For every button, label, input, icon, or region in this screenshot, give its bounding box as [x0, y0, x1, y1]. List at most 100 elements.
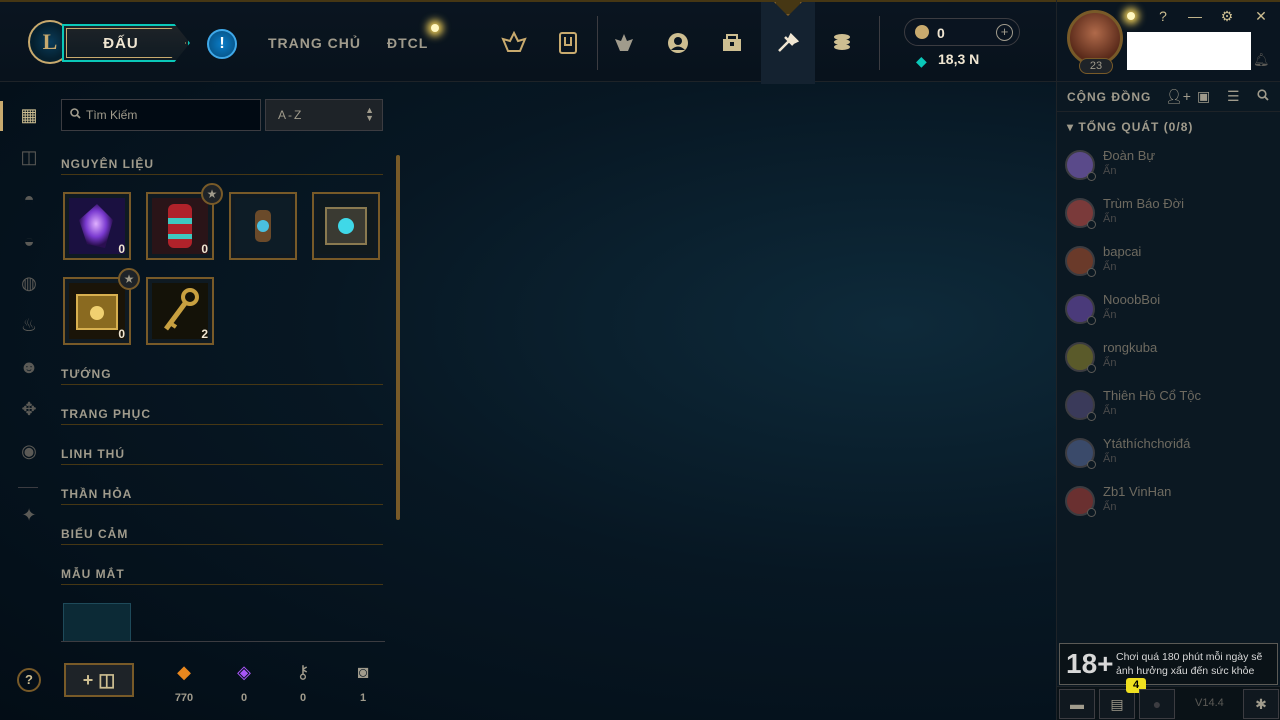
friend-name: bapcai: [1103, 244, 1142, 259]
search-box[interactable]: [61, 99, 261, 131]
age-rating-text: Chơi quá 180 phút mỗi ngày sẽ ảnh hưởng …: [1116, 651, 1263, 677]
nav-link-home[interactable]: TRANG CHỦ: [268, 35, 361, 51]
collection-icon[interactable]: [553, 28, 583, 58]
bug-report-icon[interactable]: ✱: [1243, 689, 1279, 719]
rail-separator: [18, 487, 38, 488]
microphone-icon[interactable]: ●: [1139, 689, 1175, 719]
orange-essence-value: 770: [174, 692, 194, 704]
friend-status-icon: [1087, 220, 1096, 229]
crafting-icon[interactable]: [773, 28, 803, 58]
footer-divider: [61, 641, 385, 642]
craft-plus: +: [82, 670, 94, 690]
chest-counter: ◙ 1: [348, 660, 378, 704]
chat-log-icon[interactable]: ▤: [1099, 689, 1135, 719]
alert-icon[interactable]: !: [207, 29, 237, 59]
notification-glow-icon: [1127, 12, 1135, 20]
riot-points-box[interactable]: 0 +: [904, 18, 1020, 46]
emotes-mask-icon[interactable]: ◒: [18, 230, 40, 252]
material-item-hextech-chest[interactable]: [312, 192, 380, 260]
material-item-gemstone[interactable]: 0: [63, 192, 131, 260]
loot-icon[interactable]: [717, 28, 747, 58]
item-count: 0: [118, 242, 125, 256]
social-panel: 23 ? — ⚙ ✕ 🔔︎ CỘNG ĐỒNG 👤︎+ ▣ ☰ ▾ TỔNG Q…: [1056, 0, 1280, 720]
summoner-spells-icon[interactable]: ♨: [18, 314, 40, 336]
search-friends-icon[interactable]: [1257, 88, 1269, 104]
hextech-key-icon: [152, 283, 208, 339]
friend-item[interactable]: Trùm Báo Đời Ẩn: [1063, 194, 1273, 234]
blue-essence-icon: ◆: [916, 53, 927, 69]
chest-icon: ◙: [357, 662, 369, 682]
all-items-grid-icon[interactable]: ▦: [18, 104, 40, 126]
bell-icon[interactable]: 🔔︎: [1253, 52, 1270, 68]
minimize-button[interactable]: —: [1185, 8, 1205, 24]
section-emotes[interactable]: BIỂU CẢM: [61, 525, 383, 545]
friend-item[interactable]: bapcai Ẩn: [1063, 242, 1273, 282]
masterwork-chest-icon: [69, 283, 125, 339]
wards-tab-icon[interactable]: ◍: [18, 272, 40, 294]
play-button[interactable]: ĐẤU: [62, 24, 190, 62]
section-companions[interactable]: LINH THÚ: [61, 445, 383, 465]
nav-link-tft[interactable]: ĐTCL: [387, 35, 428, 51]
friend-status-icon: [1087, 316, 1096, 325]
star-badge-icon: ★: [201, 183, 223, 205]
friend-status-icon: [1087, 364, 1096, 373]
ward-skin-card[interactable]: [63, 603, 131, 641]
section-label: THẦN HỎA: [61, 487, 133, 501]
mythic-essence-value: 0: [240, 692, 248, 704]
list-view-icon[interactable]: ☰: [1227, 88, 1240, 105]
section-materials[interactable]: NGUYÊN LIỆU: [61, 155, 383, 175]
section-champions[interactable]: TƯỚNG: [61, 365, 383, 385]
riot-points-icon: [915, 25, 929, 39]
play-button-label: ĐẤU: [103, 34, 139, 52]
friend-group-header[interactable]: ▾ TỔNG QUÁT (0/8): [1067, 120, 1193, 134]
material-item-orb-capsule[interactable]: [229, 192, 297, 260]
search-icon: [70, 108, 81, 122]
champions-tab-icon[interactable]: ◫: [18, 146, 40, 168]
social-title: CỘNG ĐỒNG: [1067, 90, 1152, 104]
active-indicator: [0, 101, 3, 131]
tft-tab-icon[interactable]: ✥: [18, 398, 40, 420]
tft-icon[interactable]: [609, 28, 639, 58]
friend-item[interactable]: Đoàn Bự Ẩn: [1063, 146, 1273, 186]
add-friend-icon[interactable]: 👤︎+: [1165, 88, 1191, 105]
section-chroma[interactable]: THẦN HỎA: [61, 485, 383, 505]
friend-item[interactable]: Ytáthíchchơiđá Ẩn: [1063, 434, 1273, 474]
sort-dropdown[interactable]: A-Z ▲ ▼: [265, 99, 383, 131]
help-window-button[interactable]: ?: [1153, 8, 1173, 24]
add-folder-icon[interactable]: ▣: [1197, 88, 1210, 105]
section-label: NGUYÊN LIỆU: [61, 157, 155, 171]
friend-item[interactable]: rongkuba Ẩn: [1063, 338, 1273, 378]
store-icon[interactable]: [827, 28, 857, 58]
orange-essence-counter: ◆ 770: [169, 660, 199, 704]
section-skins[interactable]: TRANG PHỤC: [61, 405, 383, 425]
friend-item[interactable]: Thiên Hồ Cổ Tộc Ẩn: [1063, 386, 1273, 426]
riot-points-value: 0: [937, 25, 945, 41]
help-button[interactable]: ?: [17, 668, 41, 692]
nav-separator: [879, 16, 880, 70]
material-item-key[interactable]: 2: [146, 277, 214, 345]
profile-header: 23 ? — ⚙ ✕ 🔔︎: [1057, 0, 1280, 82]
buy-rp-button[interactable]: +: [996, 24, 1013, 41]
runes-tab-icon[interactable]: ✦: [18, 504, 40, 526]
key-fragment-value: 0: [299, 692, 307, 704]
ranked-emblem-icon[interactable]: [499, 28, 529, 58]
profile-icon[interactable]: [663, 28, 693, 58]
item-count: 0: [201, 242, 208, 256]
collection-scrollbar[interactable]: [396, 155, 400, 520]
item-count: 0: [118, 327, 125, 341]
friend-item[interactable]: NooobBoi Ẩn: [1063, 290, 1273, 330]
section-ward-skins[interactable]: MẪU MẮT: [61, 565, 383, 585]
close-button[interactable]: ✕: [1251, 8, 1271, 25]
mythic-essence-icon: ◈: [237, 662, 251, 682]
nav-separator: [597, 16, 598, 70]
emote-face-icon[interactable]: ☻: [18, 356, 40, 378]
chest-value: 1: [359, 692, 367, 704]
settings-gear-icon[interactable]: ⚙: [1217, 8, 1237, 25]
age-rating: 18+: [1066, 648, 1114, 679]
chat-bubble-icon[interactable]: ▬: [1059, 689, 1095, 719]
search-input[interactable]: [86, 104, 256, 126]
profile-tab-icon[interactable]: ◉: [18, 440, 40, 462]
craft-add-button[interactable]: + ◫: [64, 663, 134, 697]
skins-tab-icon[interactable]: ◓: [18, 188, 40, 210]
friend-item[interactable]: Zb1 VinHan Ẩn: [1063, 482, 1273, 522]
